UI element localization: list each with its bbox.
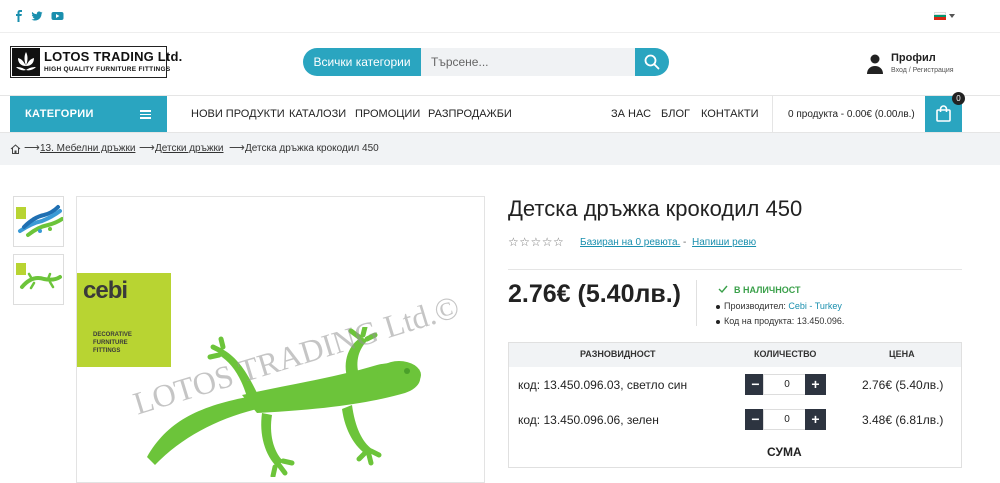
- quantity-input[interactable]: [763, 374, 811, 395]
- header-variant: РАЗНОВИДНОСТ: [580, 349, 656, 359]
- lotus-logo-icon: [12, 48, 40, 76]
- home-icon[interactable]: [10, 144, 21, 154]
- bulgaria-flag-icon[interactable]: [934, 12, 946, 21]
- nav-catalogs[interactable]: КАТАЛОЗИ: [289, 108, 346, 120]
- variant-name: код: 13.450.096.03, светло син: [518, 378, 688, 392]
- cart-count-badge: 0: [952, 92, 965, 105]
- breadcrumb-arrow-icon: ⟶: [229, 142, 245, 154]
- lizard-green-image: [16, 263, 62, 290]
- brand-tagline: DECORATIVE FURNITURE FITTINGS: [93, 332, 132, 354]
- login-register-link[interactable]: Вход / Регистрация: [891, 67, 954, 74]
- search-input[interactable]: [421, 48, 635, 76]
- logo-subtitle: HIGH QUALITY FURNITURE FITTINGS: [44, 66, 171, 73]
- shopping-bag-icon: [936, 105, 951, 122]
- manufacturer-link[interactable]: Cebi - Turkey: [788, 301, 842, 311]
- price-divider: [696, 280, 697, 326]
- nav-promotions[interactable]: ПРОМОЦИИ: [355, 108, 420, 120]
- youtube-icon[interactable]: [51, 10, 64, 22]
- lizard-blue-image: [16, 205, 63, 237]
- brand-name: cebi: [83, 277, 128, 304]
- profile-title[interactable]: Профил: [891, 52, 936, 64]
- breadcrumb-current: Детска дръжка крокодил 450: [245, 143, 379, 154]
- product-main-image[interactable]: cebi DECORATIVE FURNITURE FITTINGS LOTOS…: [76, 196, 485, 483]
- cart-summary[interactable]: 0 продукта - 0.00€ (0.00лв.): [788, 109, 915, 120]
- quantity-input[interactable]: [763, 409, 811, 430]
- menu-icon[interactable]: [140, 110, 151, 119]
- breadcrumb-furniture-handles[interactable]: 13. Мебелни дръжки: [40, 143, 135, 154]
- nav-new-products[interactable]: НОВИ ПРОДУКТИ: [191, 108, 285, 120]
- user-icon[interactable]: [866, 54, 884, 74]
- search-category-select[interactable]: Всички категории: [303, 48, 421, 76]
- search-icon: [644, 54, 660, 70]
- twitter-icon[interactable]: [31, 10, 43, 22]
- chevron-down-icon[interactable]: [949, 14, 955, 18]
- nav-contacts[interactable]: КОНТАКТИ: [701, 108, 759, 120]
- manufacturer-line: Производител: Cebi - Turkey: [716, 301, 842, 311]
- review-separator: -: [683, 237, 687, 248]
- thumbnail-blue[interactable]: [13, 196, 64, 247]
- product-title: Детска дръжка крокодил 450: [508, 196, 803, 221]
- thumbnail-green[interactable]: [13, 254, 64, 305]
- reviews-link[interactable]: Базиран на 0 ревюта.: [580, 237, 680, 248]
- rating-stars: ☆☆☆☆☆: [508, 235, 565, 249]
- product-price: 2.76€ (5.40лв.): [508, 280, 682, 308]
- cart-divider: [772, 96, 773, 132]
- variant-price: 3.48€ (6.81лв.): [862, 413, 944, 427]
- divider: [508, 269, 962, 270]
- variant-price: 2.76€ (5.40лв.): [862, 378, 944, 392]
- logo-title: LOTOS TRADING Ltd.: [44, 49, 183, 64]
- product-code-line: Код на продукта: 13.450.096.: [716, 316, 844, 326]
- nav-about[interactable]: ЗА НАС: [611, 108, 651, 120]
- top-bar: [0, 0, 1000, 33]
- breadcrumb-arrow-icon: ⟶: [139, 142, 155, 154]
- write-review-link[interactable]: Напиши ревю: [692, 237, 756, 248]
- search-button[interactable]: [635, 48, 669, 76]
- check-icon: [718, 285, 728, 294]
- facebook-icon[interactable]: [13, 10, 25, 22]
- header-quantity: КОЛИЧЕСТВО: [754, 349, 817, 359]
- quantity-increase-button[interactable]: +: [805, 374, 826, 395]
- header-price: ЦЕНА: [889, 349, 915, 359]
- quantity-increase-button[interactable]: +: [805, 409, 826, 430]
- nav-sales[interactable]: РАЗПРОДАЖБИ: [428, 108, 512, 120]
- stock-status: В НАЛИЧНОСТ: [734, 285, 801, 295]
- nav-blog[interactable]: БЛОГ: [661, 108, 690, 120]
- breadcrumb-kids-handles[interactable]: Детски дръжки: [155, 143, 224, 154]
- sum-label: СУМА: [767, 445, 802, 459]
- site-logo[interactable]: LOTOS TRADING Ltd. HIGH QUALITY FURNITUR…: [10, 46, 182, 78]
- breadcrumb-arrow-icon: ⟶: [24, 142, 40, 154]
- variant-name: код: 13.450.096.06, зелен: [518, 413, 659, 427]
